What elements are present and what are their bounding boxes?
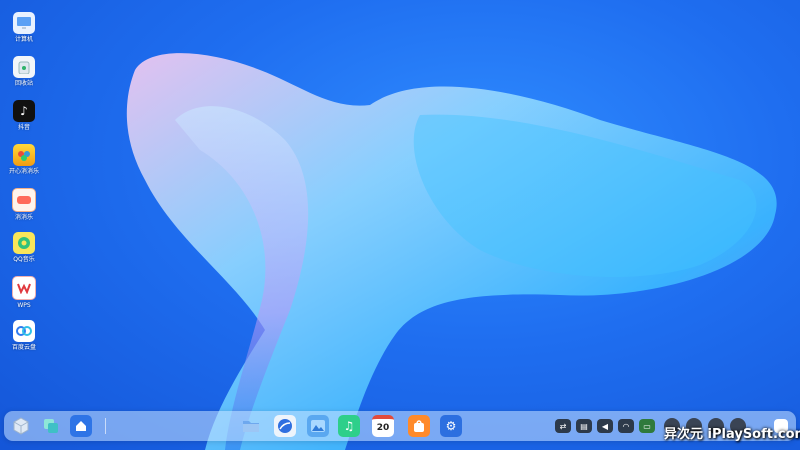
taskbar-app-settings[interactable]: ⚙ (440, 415, 462, 437)
tray-wifi-button[interactable]: ◠ (618, 419, 634, 433)
gallery-icon (311, 420, 325, 432)
start-menu-button[interactable] (10, 415, 32, 437)
baidu-netdisk-icon (13, 320, 35, 342)
desktop-icon-column: 计算机 回收站 ♪ 抖音 开心消消乐 消消乐 QQ音乐 WPS 百度云盘 (4, 8, 44, 361)
wallpaper-glass-shape (126, 53, 777, 450)
desktop-icon-baidu-netdisk[interactable]: 百度云盘 (4, 320, 44, 360)
desktop-icon-qq-music[interactable]: QQ音乐 (4, 232, 44, 272)
tray-volume-button[interactable]: ◀ (597, 419, 613, 433)
home-icon (76, 421, 86, 431)
desktop-icon-label: 回收站 (14, 80, 33, 87)
battery-icon: ▭ (643, 421, 651, 431)
desktop-icon-label: 抖音 (17, 124, 30, 131)
recycle-bin-icon (13, 56, 35, 78)
desktop-icon-label: 计算机 (14, 36, 33, 43)
volume-icon: ◀ (601, 421, 609, 431)
settings-icon: ⚙ (445, 419, 457, 433)
browser-icon (278, 419, 292, 433)
taskbar-app-gallery[interactable] (307, 415, 329, 437)
desktop-icon-label: 开心消消乐 (8, 168, 39, 175)
taskbar-app-browser[interactable] (274, 415, 296, 437)
watermark: 异次元 iPlaySoft.com (664, 427, 800, 442)
qq-music-icon (13, 232, 35, 254)
tray-battery-button[interactable]: ▭ (639, 419, 655, 433)
home-button[interactable] (70, 415, 92, 437)
taskbar-app-music[interactable]: ♫ (338, 415, 360, 437)
desktop-icon-label: 百度云盘 (11, 344, 36, 351)
calendar-day: 20 (376, 423, 390, 433)
toggle-icon: ⇄ (559, 421, 567, 431)
taskbar-app-store[interactable] (408, 415, 430, 437)
file-manager-icon (243, 421, 259, 432)
desktop-icon-computer[interactable]: 计算机 (4, 12, 44, 52)
desktop-icon-recycle-bin[interactable]: 回收站 (4, 56, 44, 96)
taskbar-separator (105, 418, 106, 434)
douyin-icon: ♪ (13, 100, 35, 122)
desktop-icon-label: 消消乐 (14, 214, 33, 221)
multitask-view-icon (44, 419, 58, 433)
tray-keyboard-button[interactable]: ▤ (576, 419, 592, 433)
desktop-icon-happy-match[interactable]: 开心消消乐 (4, 144, 44, 184)
taskbar-app-calendar[interactable]: 20 (372, 415, 394, 437)
taskbar-app-file-manager[interactable] (240, 415, 262, 437)
desktop-icon-wps[interactable]: WPS (4, 276, 44, 316)
keyboard-icon: ▤ (580, 421, 588, 431)
multitask-view-button[interactable] (40, 415, 62, 437)
match-game-icon (12, 188, 36, 212)
computer-icon (13, 12, 35, 34)
wps-icon (12, 276, 36, 300)
music-icon: ♫ (343, 419, 355, 433)
tray-toggle-button[interactable]: ⇄ (555, 419, 571, 433)
desktop-icon-label: WPS (17, 302, 31, 309)
desktop-icon-douyin[interactable]: ♪ 抖音 (4, 100, 44, 140)
app-store-icon (414, 420, 424, 432)
desktop-icon-label: QQ音乐 (13, 256, 35, 263)
wifi-icon: ◠ (622, 421, 630, 431)
happy-match-icon (13, 144, 35, 166)
desktop-icon-match-game[interactable]: 消消乐 (4, 188, 44, 228)
start-menu-icon (13, 417, 29, 435)
